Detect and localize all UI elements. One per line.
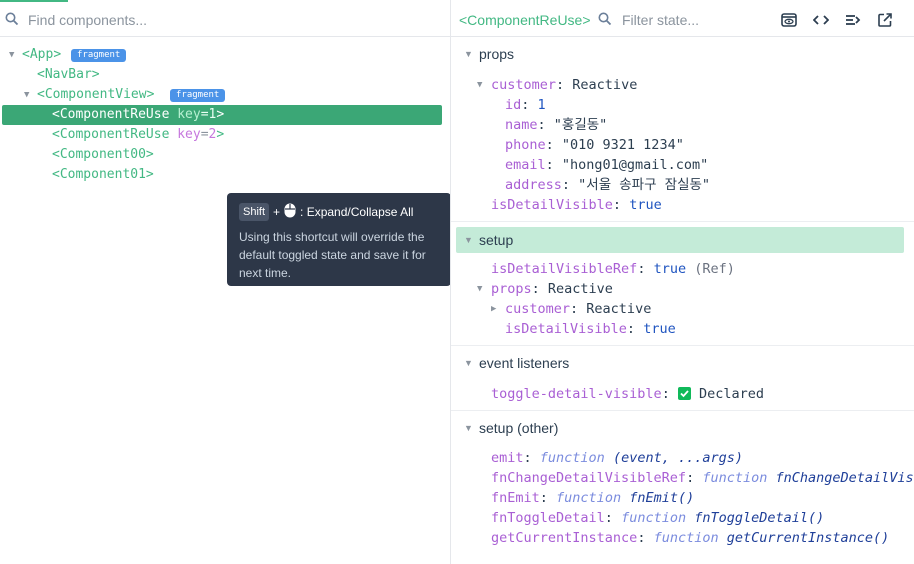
tooltip-description: Using this shortcut will override the de… <box>239 230 426 280</box>
section-divider <box>451 410 914 411</box>
section-setup-header[interactable]: ▼ setup <box>456 227 904 253</box>
tree-node-app[interactable]: ▼ <App> fragment <box>0 45 450 65</box>
other-getcurrentinstance[interactable]: getCurrentInstance: function getCurrentI… <box>491 528 889 548</box>
setup-customer[interactable]: ▶ customer: Reactive <box>491 299 651 319</box>
expand-arrow-icon[interactable]: ▼ <box>477 279 482 299</box>
code-icon[interactable] <box>811 10 831 30</box>
tree-node-label: <ComponentReUse key=2> <box>52 127 225 142</box>
tree-node-component00[interactable]: <Component00> <box>0 145 450 165</box>
expand-arrow-icon[interactable]: ▼ <box>24 85 34 105</box>
event-toggle-detail-visible[interactable]: toggle-detail-visible: Declared <box>491 384 764 404</box>
tree-node-label: <Component01> <box>52 167 154 182</box>
tree-node-label: <NavBar> <box>37 67 100 82</box>
plus-sign: + <box>273 205 281 219</box>
other-emit[interactable]: emit: function (event, ...args) <box>491 448 743 468</box>
search-icon <box>598 12 612 31</box>
filter-lines-icon[interactable] <box>843 10 863 30</box>
selected-component-name: <ComponentReUse> <box>459 12 591 28</box>
section-setup-other-header[interactable]: ▼ setup (other) <box>456 415 904 441</box>
section-events-header[interactable]: ▼ event listeners <box>456 350 904 376</box>
open-external-icon[interactable] <box>875 10 895 30</box>
prop-id[interactable]: id: 1 <box>505 95 546 115</box>
filter-state-input[interactable] <box>620 8 770 32</box>
component-search-input[interactable] <box>26 8 426 32</box>
prop-address[interactable]: address: "서울 송파구 잠실동" <box>505 175 710 195</box>
setup-props[interactable]: ▼ props: Reactive <box>477 279 613 299</box>
tooltip-title: : Expand/Collapse All <box>300 205 414 219</box>
tree-node-componentreuse-2[interactable]: <ComponentReUse key=2> <box>0 125 450 145</box>
inspector-header: <ComponentReUse> <box>451 4 914 37</box>
eye-icon[interactable] <box>779 10 799 30</box>
expand-arrow-icon[interactable]: ▼ <box>464 350 473 376</box>
collapsed-arrow-icon[interactable]: ▶ <box>491 299 496 319</box>
tree-node-componentview[interactable]: ▼ <ComponentView> fragment <box>0 85 450 105</box>
component-search-row <box>0 4 450 37</box>
mouse-icon <box>284 203 296 221</box>
prop-phone[interactable]: phone: "010 9321 1234" <box>505 135 684 155</box>
tree-node-componentreuse-1[interactable]: <ComponentReUse key=1> <box>0 105 450 125</box>
setup-isdetailvisibleref[interactable]: isDetailVisibleRef: true (Ref) <box>491 259 735 279</box>
tree-node-label: <ComponentView> <box>37 87 155 102</box>
tree-node-label: <ComponentReUse key=1> <box>52 107 225 122</box>
prop-name[interactable]: name: "홍길동" <box>505 115 607 135</box>
prop-customer[interactable]: ▼ customer: Reactive <box>477 75 637 95</box>
section-props-header[interactable]: ▼ props <box>456 41 904 67</box>
search-icon <box>5 12 19 31</box>
expand-arrow-icon[interactable]: ▼ <box>464 415 473 441</box>
state-inspector-pane: <ComponentReUse> ▼ props ▼ customer: Rea… <box>451 0 914 564</box>
tree-node-label: <Component00> <box>52 147 154 162</box>
expand-arrow-icon[interactable]: ▼ <box>464 227 473 253</box>
setup-isdetailvisible[interactable]: isDetailVisible: true <box>505 319 676 339</box>
fragment-badge: fragment <box>71 49 127 62</box>
tree-node-navbar[interactable]: <NavBar> <box>0 65 450 85</box>
other-fnchangedetailvisibleref[interactable]: fnChangeDetailVisibleRef: function fnCha… <box>491 468 914 488</box>
shortcut-tooltip: Shift + : Expand/Collapse All Using this… <box>227 193 451 286</box>
expand-arrow-icon[interactable]: ▼ <box>9 45 19 65</box>
expand-arrow-icon[interactable]: ▼ <box>464 41 473 67</box>
checkbox-checked-icon <box>677 387 691 400</box>
expand-arrow-icon[interactable]: ▼ <box>477 75 482 95</box>
tree-node-label: <App> <box>22 47 62 62</box>
prop-email[interactable]: email: "hong01@gmail.com" <box>505 155 708 175</box>
section-divider <box>451 345 914 346</box>
shift-key-label: Shift <box>239 203 270 221</box>
other-fnemit[interactable]: fnEmit: function fnEmit() <box>491 488 694 508</box>
tree-node-component01[interactable]: <Component01> <box>0 165 450 185</box>
other-fntoggledetail[interactable]: fnToggleDetail: function fnToggleDetail(… <box>491 508 824 528</box>
section-divider <box>451 221 914 222</box>
prop-isdetailvisible[interactable]: isDetailVisible: true <box>491 195 662 215</box>
fragment-badge: fragment <box>170 89 226 102</box>
